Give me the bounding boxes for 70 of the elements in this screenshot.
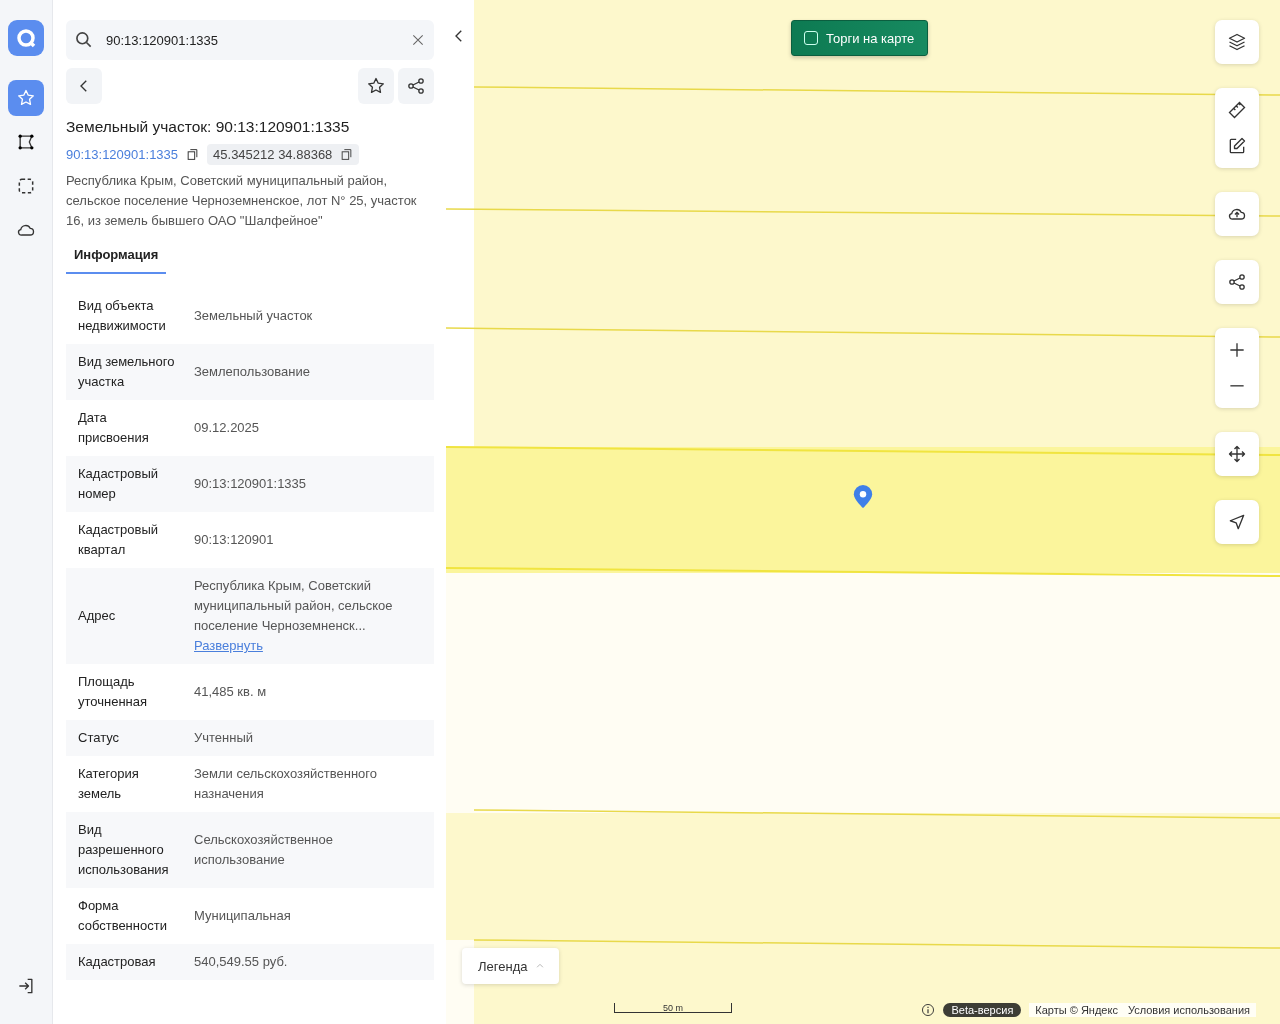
search-icon (74, 30, 94, 50)
cadastral-number-link[interactable]: 90:13:120901:1335 (66, 147, 179, 162)
tab[interactable]: Информация (66, 235, 167, 274)
polygon-icon (16, 132, 36, 152)
info-icon[interactable] (921, 1003, 936, 1017)
property-value: Землепользование (194, 364, 310, 379)
property-label: Площадь уточненная (78, 673, 149, 711)
property-value: 540,549.55 руб. (194, 954, 288, 969)
property-label: Категория земель (78, 765, 140, 803)
property-label: Вид разрешенного использования (78, 821, 170, 879)
property-label: Кадастровый номер (78, 465, 160, 503)
selection-icon (16, 176, 36, 196)
logout-icon (16, 976, 36, 996)
property-value: Сельскохозяйственное использование (194, 832, 333, 867)
favorite-button[interactable] (358, 68, 394, 104)
property-value: 90:13:120901:1335 (194, 476, 307, 491)
close-icon (410, 32, 426, 48)
app-logo[interactable] (8, 20, 44, 56)
layers-icon (1227, 32, 1247, 52)
search-input[interactable]: 90:13:120901:1335 (104, 31, 400, 49)
property-value: 41,485 кв. м (194, 684, 267, 699)
property-value: 90:13:120901 (194, 532, 274, 547)
property-label: Дата присвоения (78, 409, 150, 447)
share-icon (406, 76, 426, 96)
property-label: Кадастровый квартал (78, 521, 160, 559)
property-value: Учтенный (194, 730, 254, 745)
property-value: 09.12.2025 (194, 420, 260, 435)
property-label: Адрес (78, 607, 117, 625)
cloud-upload-button[interactable] (1215, 192, 1259, 236)
map-copyright: Карты © Яндекс (1035, 1004, 1118, 1016)
property-label: Кадастровая (78, 953, 157, 971)
caret-icon (535, 961, 546, 971)
layers-button[interactable] (1215, 20, 1259, 64)
minus-icon (1227, 385, 1247, 387)
location-pin-icon[interactable] (852, 484, 874, 510)
scale-bar: 50 m (614, 1003, 732, 1013)
move-icon (1227, 444, 1247, 464)
expand-link[interactable]: Развернуть (194, 638, 263, 653)
share-button[interactable] (398, 68, 434, 104)
property-label: Вид земельного участка (78, 353, 176, 391)
property-label: Статус (78, 729, 121, 747)
copy-icon[interactable] (186, 148, 200, 161)
move-button[interactable] (1215, 432, 1259, 476)
terms-link[interactable]: Условия использования (1127, 1004, 1250, 1016)
legend-button[interactable]: Легенда (462, 948, 560, 984)
star-icon (366, 76, 386, 96)
search-field[interactable]: 90:13:120901:1335 (66, 20, 434, 60)
navigation-arrow-icon (1227, 512, 1247, 532)
property-value: Земельный участок (194, 308, 313, 323)
property-value: Муниципальная (194, 908, 291, 923)
edit-icon (1227, 136, 1247, 156)
object-address: Республика Крым, Советский муниципальный район, сельское поселение Черноземненское, лот N° 25, участок 16, из земель бывшего ОАО "Шалфейное" (66, 172, 418, 230)
plus-icon (1227, 340, 1247, 360)
property-label: Форма собственности (78, 897, 168, 935)
beta-badge: Beta-версия (943, 1003, 1022, 1017)
property-label: Вид объекта недвижимости (78, 297, 167, 335)
star-icon (16, 88, 36, 108)
object-title: Земельный участок: 90:13:120901:1335 (66, 118, 351, 136)
ruler-icon (1227, 100, 1247, 120)
back-button[interactable] (66, 68, 102, 104)
navigation-button[interactable] (1215, 500, 1259, 544)
clear-button[interactable] (410, 32, 426, 48)
copy-icon[interactable] (340, 148, 354, 161)
share-icon (1227, 272, 1247, 292)
auction-toggle[interactable]: Торги на карте (791, 20, 929, 56)
coordinates-chip[interactable]: 45.345212 34.88368 (207, 144, 360, 165)
share-button[interactable] (1215, 260, 1259, 304)
property-value: Республика Крым, Советский муниципальный район, сельское поселение Черноземненск... (194, 578, 393, 633)
property-value: Земли сельскохозяйственного назначения (194, 766, 377, 801)
checkbox[interactable] (804, 31, 818, 45)
